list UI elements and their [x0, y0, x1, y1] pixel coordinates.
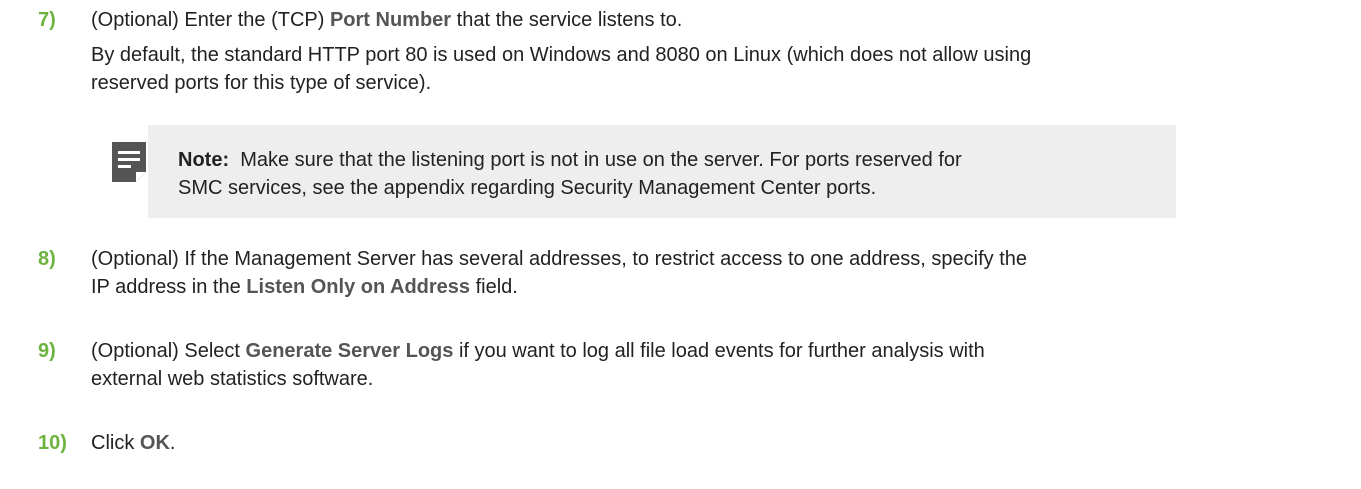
note-text: Note: Make sure that the listening port … — [178, 149, 962, 199]
step-number: 9) — [38, 340, 56, 362]
step-body: (Optional) Select Generate Server Logs i… — [91, 340, 985, 390]
step-body: (Optional) Enter the (TCP) Port Number t… — [91, 6, 1341, 97]
note-icon — [112, 142, 146, 182]
ui-term-listen-only-on-address: Listen Only on Address — [246, 276, 471, 298]
ui-term-port-number: Port Number — [329, 9, 452, 31]
step-instruction: (Optional) Enter the (TCP) Port Number t… — [91, 9, 683, 31]
ui-term-generate-server-logs: Generate Server Logs — [245, 340, 454, 362]
step-body: (Optional) If the Management Server has … — [91, 248, 1028, 298]
step-number: 8) — [38, 248, 56, 270]
note-label: Note: — [178, 149, 230, 171]
step-detail: By default, the standard HTTP port 80 is… — [91, 44, 1032, 94]
step-body: Click OK. — [91, 432, 176, 454]
step-number: 10) — [38, 432, 67, 454]
ui-term-ok: OK — [139, 432, 170, 454]
step-number: 7) — [38, 9, 56, 31]
